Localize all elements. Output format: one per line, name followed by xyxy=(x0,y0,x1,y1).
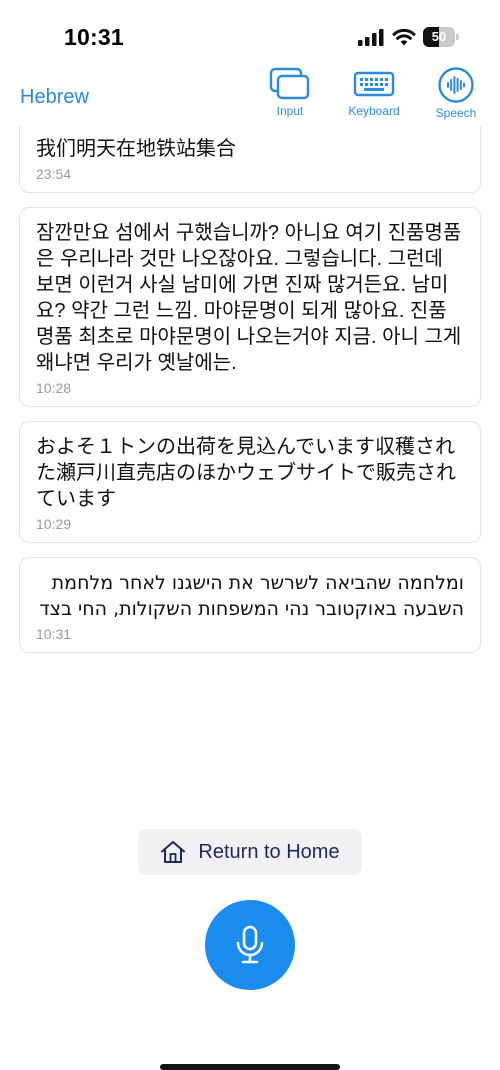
message-text: ומלחמה שהביאה לשרשר את הישגנו לאחר מלחמת… xyxy=(39,572,464,620)
screen: 10:31 50 Hebrew Input Keyboard Speech 我们… xyxy=(0,0,500,1070)
top-nav-bar: Hebrew Input Keyboard Speech xyxy=(0,64,500,126)
status-time: 10:31 xyxy=(64,24,124,50)
home-icon xyxy=(161,841,186,863)
keyboard-label: Keyboard xyxy=(348,104,400,118)
message-card[interactable]: ומלחמה שהביאה לשרשר את הישגנו לאחר מלחמת… xyxy=(19,557,481,653)
battery-body: 50 xyxy=(423,27,455,47)
message-card[interactable]: およそ１トンの出荷を見込んでいます収穫された瀬戸川直売店のほかウェブサイトで販売… xyxy=(19,421,481,543)
message-text: およそ１トンの出荷を見込んでいます収穫された瀬戸川直売店のほかウェブサイトで販売… xyxy=(36,436,456,510)
keyboard-icon xyxy=(353,71,395,97)
battery-level: 50 xyxy=(431,29,447,44)
message-list[interactable]: 我们明天在地铁站集合 23:54 잠깐만요 섬에서 구했습니까? 아니요 여기 … xyxy=(19,126,481,667)
input-windows-icon xyxy=(269,67,310,100)
cellular-signal-icon xyxy=(358,29,384,46)
message-card[interactable]: 我们明天在地铁站集合 23:54 xyxy=(19,126,481,193)
speech-label: Speech xyxy=(435,106,477,120)
return-to-home-label: Return to Home xyxy=(198,840,340,863)
microphone-button[interactable] xyxy=(205,900,295,990)
language-selector[interactable]: Hebrew xyxy=(20,86,89,109)
battery-cap xyxy=(456,34,459,40)
microphone-icon xyxy=(236,925,264,964)
status-bar: 10:31 50 xyxy=(0,0,500,70)
waveform-icon xyxy=(438,67,474,103)
message-text: 我们明天在地铁站集合 xyxy=(36,138,236,160)
wifi-icon xyxy=(392,28,416,46)
input-button[interactable]: Input xyxy=(266,66,314,118)
speech-button[interactable]: Speech xyxy=(430,66,482,120)
keyboard-button[interactable]: Keyboard xyxy=(342,66,406,118)
message-card[interactable]: 잠깐만요 섬에서 구했습니까? 아니요 여기 진품명품은 우리나라 것만 나오잖… xyxy=(19,207,481,407)
message-text: 잠깐만요 섬에서 구했습니까? 아니요 여기 진품명품은 우리나라 것만 나오잖… xyxy=(36,222,462,374)
return-to-home-button[interactable]: Return to Home xyxy=(138,829,362,875)
home-indicator xyxy=(160,1064,340,1070)
message-time: 23:54 xyxy=(36,166,72,182)
input-label: Input xyxy=(276,104,304,118)
message-time: 10:29 xyxy=(36,516,72,532)
message-time: 10:28 xyxy=(36,380,72,396)
battery-indicator: 50 xyxy=(423,27,459,47)
message-time: 10:31 xyxy=(36,626,72,642)
